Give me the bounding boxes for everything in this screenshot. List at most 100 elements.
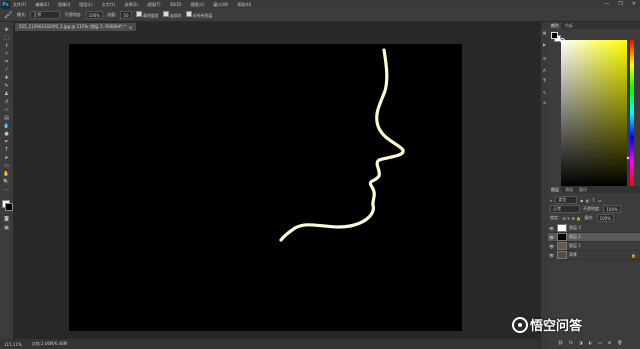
history-icon[interactable]: ▦: [542, 30, 547, 35]
visibility-eye-icon[interactable]: 👁: [548, 226, 555, 231]
shape-tool-icon[interactable]: ▭: [3, 163, 10, 169]
move-tool-icon[interactable]: ✥: [3, 27, 10, 33]
color-picker-cursor[interactable]: [560, 38, 565, 43]
delete-layer-icon[interactable]: 🗑: [617, 340, 622, 345]
screen-mode-icon[interactable]: ▣: [3, 225, 10, 231]
right-panel: 颜色 色板 ▶ 图层 通道 路径 ⌕ 类型 ▪ ◐ T ▭ 正常 不透明度: 1…: [548, 22, 640, 349]
quick-mask-icon[interactable]: ◙: [3, 216, 10, 222]
fill-input[interactable]: 100%: [596, 214, 615, 222]
properties-icon[interactable]: ☰: [542, 56, 547, 61]
menu-select[interactable]: 选择(S): [124, 2, 138, 8]
layer-row[interactable]: 👁 图层 3: [548, 224, 640, 233]
layer-row[interactable]: 👁 图层 1: [548, 242, 640, 251]
tool-preset-icon[interactable]: 🖌: [4, 11, 13, 19]
tab-swatches[interactable]: 色板: [562, 23, 576, 29]
eraser-tool-icon[interactable]: ▱: [3, 107, 10, 113]
brush-tool-icon[interactable]: ✎: [3, 83, 10, 89]
visibility-eye-icon[interactable]: 👁: [548, 253, 555, 258]
filter-search-icon[interactable]: ⌕: [550, 198, 552, 203]
menu-filter[interactable]: 滤镜(T): [147, 2, 161, 8]
blend-mode-select[interactable]: 正常: [550, 205, 580, 213]
menu-edit[interactable]: 编辑(E): [35, 2, 49, 8]
mode-select[interactable]: 正常: [30, 11, 61, 19]
layer-opacity-label: 不透明度:: [583, 206, 601, 211]
menu-bar: Ps 文件(F) 编辑(E) 图像(I) 图层(L) 文字(Y) 选择(S) 滤…: [0, 0, 640, 9]
new-group-icon[interactable]: ▭: [598, 340, 602, 345]
filter-shape-icon[interactable]: ▭: [598, 198, 602, 203]
tab-layers[interactable]: 图层: [548, 186, 562, 193]
healing-tool-icon[interactable]: ✚: [3, 75, 10, 81]
eyedropper-tool-icon[interactable]: ⁄: [3, 67, 10, 73]
character-icon[interactable]: A: [542, 68, 547, 73]
menu-layer[interactable]: 图层(L): [79, 2, 92, 8]
dodge-tool-icon[interactable]: ●: [3, 131, 10, 137]
magic-wand-tool-icon[interactable]: ✧: [3, 51, 10, 57]
new-layer-icon[interactable]: ⊞: [608, 340, 611, 345]
contiguous-checkbox[interactable]: [162, 11, 169, 17]
zoom-level[interactable]: 115.11%: [4, 342, 22, 347]
menu-window[interactable]: 窗口(W): [213, 2, 228, 8]
pen-tool-icon[interactable]: ✒: [3, 139, 10, 145]
add-mask-icon[interactable]: ◨: [579, 340, 583, 345]
close-icon[interactable]: ✕: [632, 1, 636, 7]
hand-tool-icon[interactable]: ✋: [3, 171, 10, 177]
restore-icon[interactable]: ❐: [618, 1, 622, 7]
menu-type[interactable]: 文字(Y): [102, 2, 116, 8]
close-tab-icon[interactable]: ✕: [129, 25, 132, 30]
flow-input[interactable]: 50: [120, 11, 132, 19]
filter-pixel-icon[interactable]: ▪: [580, 198, 583, 203]
stamp-tool-icon[interactable]: ♟: [3, 91, 10, 97]
all-layers-option[interactable]: 对所有图层: [185, 11, 213, 19]
gradient-tool-icon[interactable]: ▤: [3, 115, 10, 121]
antialias-option[interactable]: 清除锯齿: [135, 11, 159, 19]
filter-adjust-icon[interactable]: ◐: [586, 198, 590, 203]
contiguous-option[interactable]: 连续的: [162, 11, 182, 19]
blur-tool-icon[interactable]: 💧: [3, 123, 10, 129]
menu-help[interactable]: 帮助(H): [237, 2, 251, 8]
actions-icon[interactable]: ▶: [542, 42, 547, 47]
path-select-tool-icon[interactable]: ➤: [3, 155, 10, 161]
history-brush-icon[interactable]: ↺: [3, 99, 10, 105]
antialias-checkbox[interactable]: [135, 11, 142, 17]
menu-image[interactable]: 图像(I): [58, 2, 70, 8]
lock-icons[interactable]: ⊞ ✎ ✥ 🔒: [562, 216, 581, 221]
layer-row[interactable]: 👁 背景 🔒: [548, 251, 640, 260]
layer-style-icon[interactable]: fx: [569, 340, 573, 345]
tab-channels[interactable]: 通道: [562, 187, 576, 193]
image-canvas[interactable]: [69, 44, 462, 331]
clone-source-icon[interactable]: ⊕: [542, 100, 547, 105]
layer-name: 图层 3: [569, 225, 581, 230]
layer-row-selected[interactable]: 👁 图层 2: [548, 233, 640, 242]
menu-3d[interactable]: 3D(D): [170, 2, 182, 7]
marquee-tool-icon[interactable]: ⬚: [3, 35, 10, 41]
brush-presets-icon[interactable]: ✎: [542, 90, 547, 95]
background-color-swatch[interactable]: [5, 203, 13, 211]
paragraph-icon[interactable]: ¶: [542, 78, 547, 83]
adjustment-layer-icon[interactable]: ◐: [589, 340, 593, 345]
tab-color[interactable]: 颜色: [548, 22, 562, 29]
zoom-tool-icon[interactable]: 🔍: [3, 179, 10, 185]
more-tools-icon[interactable]: ⋯: [3, 187, 10, 193]
crop-tool-icon[interactable]: ⌗: [3, 59, 10, 65]
layer-thumbnail: [557, 251, 567, 259]
layers-panel-tabs: 图层 通道 路径: [548, 186, 640, 193]
link-layers-icon[interactable]: ⛓: [558, 340, 563, 345]
opacity-input[interactable]: 100%: [85, 11, 104, 19]
menu-view[interactable]: 视图(V): [190, 2, 204, 8]
hue-slider[interactable]: [630, 40, 634, 186]
minimize-icon[interactable]: —: [604, 1, 609, 7]
layer-filter-select[interactable]: 类型: [555, 196, 578, 204]
type-tool-icon[interactable]: T: [3, 147, 10, 153]
filter-type-icon[interactable]: T: [592, 198, 594, 203]
color-field[interactable]: [561, 40, 627, 186]
visibility-eye-icon[interactable]: 👁: [548, 244, 555, 249]
lasso-tool-icon[interactable]: ℓ: [3, 43, 10, 49]
hue-slider-handle[interactable]: ▶: [627, 155, 630, 160]
tab-paths[interactable]: 路径: [576, 187, 590, 193]
all-layers-checkbox[interactable]: [185, 11, 192, 17]
menu-file[interactable]: 文件(F): [13, 2, 26, 8]
layer-opacity-input[interactable]: 100%: [603, 205, 621, 213]
panel-foreground-swatch[interactable]: [551, 32, 558, 39]
document-tab[interactable]: 555_1129021020f0_1.jpg @ 115% (图层 2, RGB…: [15, 23, 137, 31]
visibility-eye-icon[interactable]: 👁: [548, 235, 555, 240]
